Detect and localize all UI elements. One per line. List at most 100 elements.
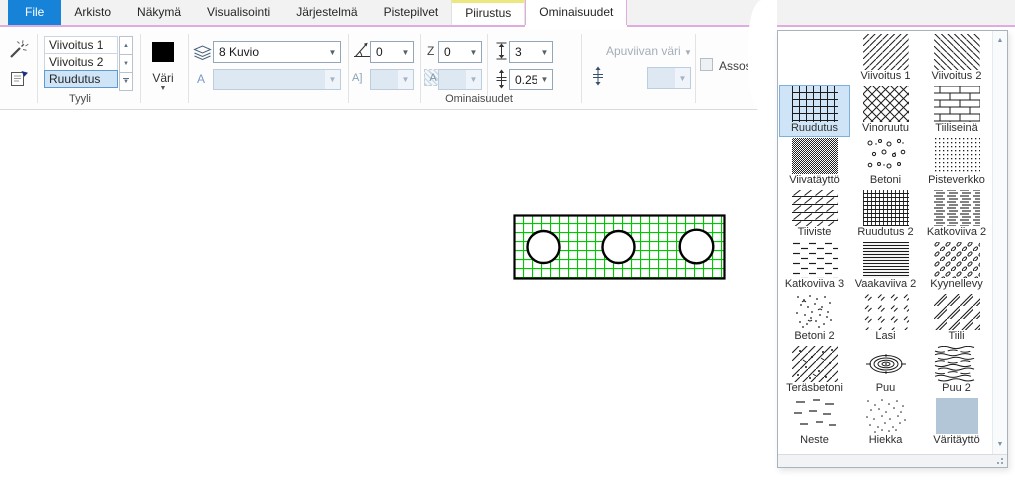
guide-color-label: Apuviivan väri ▼ — [606, 44, 692, 58]
text-style-label: A — [197, 72, 205, 86]
gallery-item-label: Lasi — [875, 330, 895, 343]
guide-spacing-icon[interactable] — [587, 65, 609, 87]
chevron-down-icon: ▼ — [325, 70, 340, 89]
match-properties-button[interactable] — [8, 38, 30, 60]
aj-combo: ▼ — [370, 69, 414, 90]
gallery-item-katkoviiva-2[interactable]: Katkoviiva 2 — [921, 189, 992, 241]
gallery-item-vinoruutu[interactable]: Vinoruutu — [850, 85, 921, 137]
chevron-down-icon[interactable]: ▼ — [537, 70, 552, 89]
gallery-item-ter-sbetoni[interactable]: Teräsbetoni — [779, 345, 850, 397]
gallery-item-neste[interactable]: Neste — [779, 397, 850, 449]
hole-circle[interactable] — [528, 231, 560, 263]
z-combo[interactable]: 0 ▼ — [438, 41, 482, 63]
pattern-empty-icon — [780, 34, 849, 83]
gallery-item-vaakaviiva-2[interactable]: Vaakaviiva 2 — [850, 241, 921, 293]
chevron-down-icon[interactable]: ▼ — [537, 42, 552, 62]
property-sheet-icon — [9, 69, 29, 89]
style-list-more-button[interactable]: ▼ — [119, 72, 133, 91]
gallery-item-pisteverkko[interactable]: Pisteverkko — [921, 137, 992, 189]
gallery-item-viivat-ytt[interactable]: Viivatäyttö — [779, 137, 850, 189]
tab-pistepilvet[interactable]: Pistepilvet — [371, 0, 452, 25]
tab-piirustus[interactable]: Piirustus — [451, 0, 525, 25]
gallery-item-label: Viivoitus 1 — [861, 70, 911, 83]
gallery-item-lasi[interactable]: Lasi — [850, 293, 921, 345]
pattern-brick-icon — [922, 86, 991, 122]
gallery-item-katkoviiva-3[interactable]: Katkoviiva 3 — [779, 241, 850, 293]
chevron-down-icon[interactable]: ▼ — [325, 42, 340, 62]
pattern-solid-fill-icon — [922, 398, 991, 434]
width-combo[interactable]: 0.25 ▼ — [509, 69, 553, 90]
gallery-item-viivoitus-1[interactable]: Viivoitus 1 — [850, 33, 921, 85]
angle-combo[interactable]: 0 ▼ — [370, 41, 414, 63]
gallery-item-viivoitus-2[interactable]: Viivoitus 2 — [921, 33, 992, 85]
pattern-dashed-sparse-icon — [780, 242, 849, 278]
tab-j-rjestelm[interactable]: Järjestelmä — [283, 0, 370, 25]
gallery-item-tiilisein[interactable]: Tiiliseinä — [921, 85, 992, 137]
style-item-ruudutus[interactable]: Ruudutus — [44, 70, 118, 88]
gallery-item-label: Viivatäyttö — [789, 174, 840, 187]
style-item-viivoitus-1[interactable]: Viivoitus 1 — [44, 36, 118, 54]
color-button[interactable]: Väri — [140, 71, 186, 85]
pattern-grid-icon — [780, 86, 849, 122]
gallery-item-puu[interactable]: Puu — [850, 345, 921, 397]
spacing-combo[interactable]: 3 ▼ — [509, 41, 553, 63]
pattern-diagonal-lines-right-icon — [851, 34, 920, 70]
pattern-gasket-icon — [780, 190, 849, 226]
layer-combo[interactable]: 8 Kuvio ▼ — [213, 41, 341, 63]
gallery-footer — [778, 454, 1007, 467]
pattern-concrete-speckle-icon — [780, 294, 849, 330]
hole-circle[interactable] — [680, 230, 714, 264]
gallery-item-tiili[interactable]: Tiili — [921, 293, 992, 345]
gallery-item-ruudutus-2[interactable]: Ruudutus 2 — [850, 189, 921, 241]
gallery-item-tiiviste[interactable]: Tiiviste — [779, 189, 850, 241]
gallery-item-label: Katkoviiva 2 — [927, 226, 986, 239]
chevron-down-icon[interactable]: ▼ — [466, 42, 481, 62]
gallery-item-label: Ruudutus — [791, 122, 838, 135]
tab-visualisointi[interactable]: Visualisointi — [194, 0, 283, 25]
resize-grip-icon[interactable] — [1001, 458, 1003, 460]
gallery-item-ruudutus[interactable]: Ruudutus — [779, 85, 850, 137]
tab-file[interactable]: File — [8, 0, 61, 25]
hatched-plate-shape[interactable] — [505, 205, 737, 293]
gallery-item-label: Hiekka — [869, 434, 903, 447]
application-window: FileArkistoNäkymäVisualisointiJärjestelm… — [0, 0, 1015, 480]
scroll-down-icon[interactable]: ▼ — [993, 437, 1007, 452]
gallery-item-hiekka[interactable]: Hiekka — [850, 397, 921, 449]
gallery-scrollbar[interactable]: ▲ ▼ — [992, 31, 1007, 454]
pattern-sand-dots-icon — [851, 398, 920, 434]
hole-circle[interactable] — [603, 231, 635, 263]
gallery-item-label: Kyynellevy — [930, 278, 983, 291]
gallery-item-label: Tiiviste — [798, 226, 832, 239]
style-list-up-button[interactable]: ▲ — [119, 36, 133, 55]
gallery-item-kyynellevy[interactable]: Kyynellevy — [921, 241, 992, 293]
associative-checkbox[interactable] — [700, 58, 713, 71]
pattern-diamond-crosshatch-icon — [851, 86, 920, 122]
gallery-item-label: Katkoviiva 3 — [785, 278, 844, 291]
pattern-diagonal-double-icon — [922, 294, 991, 330]
style-list-down-button[interactable]: ▼ — [119, 54, 133, 73]
group-separator — [140, 34, 141, 103]
properties-dialog-button[interactable] — [8, 68, 30, 90]
pattern-glass-icon — [851, 294, 920, 330]
style-list-arrows: ▲ ▼ ▼ — [119, 37, 133, 91]
tab-n-kym[interactable]: Näkymä — [124, 0, 194, 25]
tab-ominaisuudet[interactable]: Ominaisuudet — [525, 0, 627, 25]
chevron-down-icon[interactable]: ▼ — [140, 85, 186, 92]
tab-arkisto[interactable]: Arkisto — [61, 0, 124, 25]
gallery-item-label: Teräsbetoni — [786, 382, 843, 395]
gallery-item-empty[interactable] — [779, 33, 850, 85]
gallery-item-v-rit-ytt[interactable]: Väritäyttö — [921, 397, 992, 449]
gallery-item-betoni[interactable]: Betoni — [850, 137, 921, 189]
gallery-item-puu-2[interactable]: Puu 2 — [921, 345, 992, 397]
chevron-down-icon[interactable]: ▼ — [398, 42, 413, 62]
style-item-viivoitus-2[interactable]: Viivoitus 2 — [44, 53, 118, 71]
text-style-combo: ▼ — [213, 69, 341, 90]
gallery-grid: Viivoitus 1Viivoitus 2RuudutusVinoruutuT… — [779, 33, 992, 449]
gallery-item-betoni-2[interactable]: Betoni 2 — [779, 293, 850, 345]
hatch-style-list: Viivoitus 1Viivoitus 2Ruudutus — [44, 37, 118, 88]
color-swatch[interactable] — [152, 42, 174, 62]
gallery-item-label: Tiili — [948, 330, 964, 343]
scroll-up-icon[interactable]: ▲ — [993, 33, 1007, 48]
gallery-item-label: Vaakaviiva 2 — [855, 278, 917, 291]
aj-label: A] — [352, 72, 362, 84]
